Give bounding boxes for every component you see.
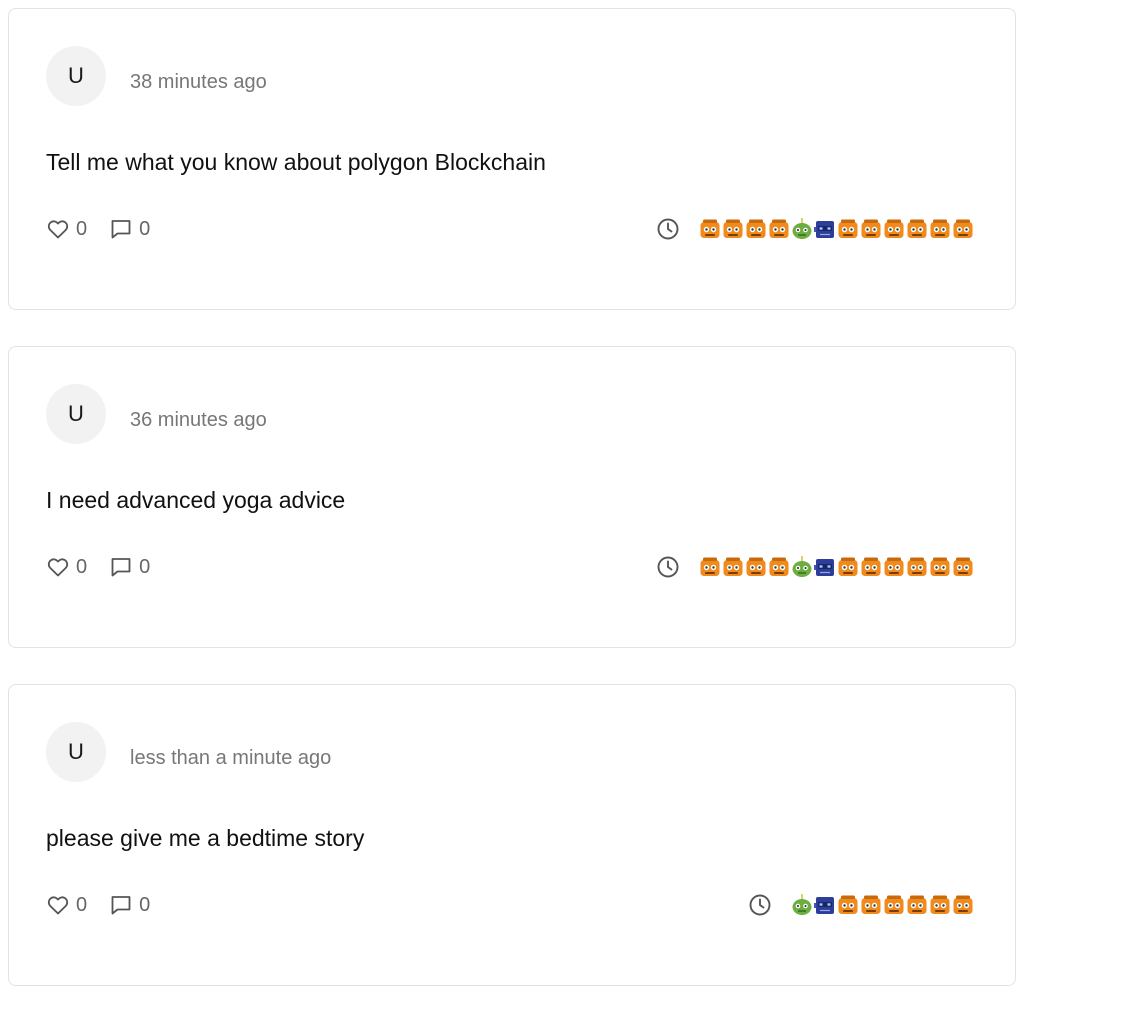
robot-icon[interactable] xyxy=(859,555,883,579)
robot-icon[interactable] xyxy=(905,893,929,917)
post-timestamp: 36 minutes ago xyxy=(130,409,267,431)
robot-icon[interactable] xyxy=(767,217,791,241)
robot-icon[interactable] xyxy=(836,893,860,917)
comment-button[interactable]: 0 xyxy=(109,893,150,917)
robot-icon[interactable] xyxy=(790,893,814,917)
robot-icon[interactable] xyxy=(951,893,975,917)
comment-count: 0 xyxy=(139,555,151,578)
robot-icon[interactable] xyxy=(836,217,860,241)
post-message: I need advanced yoga advice xyxy=(46,487,346,513)
robot-icon[interactable] xyxy=(882,555,906,579)
participants xyxy=(656,217,975,241)
robot-icon[interactable] xyxy=(813,217,837,241)
bot-avatar-list xyxy=(698,217,975,241)
post-feed: U 38 minutes ago Tell me what you know a… xyxy=(8,8,1016,1022)
robot-icon[interactable] xyxy=(859,893,883,917)
post-actions: 0 0 xyxy=(46,555,172,579)
comment-icon xyxy=(109,217,133,241)
post-card[interactable]: U less than a minute ago please give me … xyxy=(8,684,1016,986)
like-button[interactable]: 0 xyxy=(46,893,87,917)
comment-button[interactable]: 0 xyxy=(109,555,150,579)
bot-avatar-list xyxy=(790,893,975,917)
post-actions: 0 0 xyxy=(46,217,172,241)
heart-icon xyxy=(46,893,70,917)
like-count: 0 xyxy=(76,555,88,578)
robot-icon[interactable] xyxy=(928,893,952,917)
robot-icon[interactable] xyxy=(882,217,906,241)
avatar[interactable]: U xyxy=(46,722,106,782)
post-card[interactable]: U 36 minutes ago I need advanced yoga ad… xyxy=(8,346,1016,648)
robot-icon[interactable] xyxy=(767,555,791,579)
comment-icon xyxy=(109,893,133,917)
like-button[interactable]: 0 xyxy=(46,217,87,241)
robot-icon[interactable] xyxy=(951,555,975,579)
robot-icon[interactable] xyxy=(951,217,975,241)
robot-icon[interactable] xyxy=(744,555,768,579)
heart-icon xyxy=(46,555,70,579)
like-count: 0 xyxy=(76,217,88,240)
robot-icon[interactable] xyxy=(905,217,929,241)
avatar[interactable]: U xyxy=(46,46,106,106)
post-timestamp: less than a minute ago xyxy=(130,747,332,769)
robot-icon[interactable] xyxy=(882,893,906,917)
post-message: Tell me what you know about polygon Bloc… xyxy=(46,149,546,175)
robot-icon[interactable] xyxy=(928,555,952,579)
comment-count: 0 xyxy=(139,893,151,916)
clock-icon[interactable] xyxy=(656,217,680,241)
robot-icon[interactable] xyxy=(698,217,722,241)
robot-icon[interactable] xyxy=(744,217,768,241)
comment-button[interactable]: 0 xyxy=(109,217,150,241)
robot-icon[interactable] xyxy=(836,555,860,579)
post-timestamp: 38 minutes ago xyxy=(130,71,267,93)
bot-avatar-list xyxy=(698,555,975,579)
avatar[interactable]: U xyxy=(46,384,106,444)
robot-icon[interactable] xyxy=(813,555,837,579)
post-card[interactable]: U 38 minutes ago Tell me what you know a… xyxy=(8,8,1016,310)
robot-icon[interactable] xyxy=(790,555,814,579)
clock-icon[interactable] xyxy=(748,893,772,917)
post-actions: 0 0 xyxy=(46,893,172,917)
heart-icon xyxy=(46,217,70,241)
like-button[interactable]: 0 xyxy=(46,555,87,579)
comment-count: 0 xyxy=(139,217,151,240)
robot-icon[interactable] xyxy=(813,893,837,917)
robot-icon[interactable] xyxy=(721,555,745,579)
clock-icon[interactable] xyxy=(656,555,680,579)
robot-icon[interactable] xyxy=(790,217,814,241)
participants xyxy=(656,555,975,579)
robot-icon[interactable] xyxy=(698,555,722,579)
robot-icon[interactable] xyxy=(721,217,745,241)
post-message: please give me a bedtime story xyxy=(46,825,365,851)
robot-icon[interactable] xyxy=(928,217,952,241)
robot-icon[interactable] xyxy=(859,217,883,241)
comment-icon xyxy=(109,555,133,579)
participants xyxy=(748,893,975,917)
like-count: 0 xyxy=(76,893,88,916)
robot-icon[interactable] xyxy=(905,555,929,579)
